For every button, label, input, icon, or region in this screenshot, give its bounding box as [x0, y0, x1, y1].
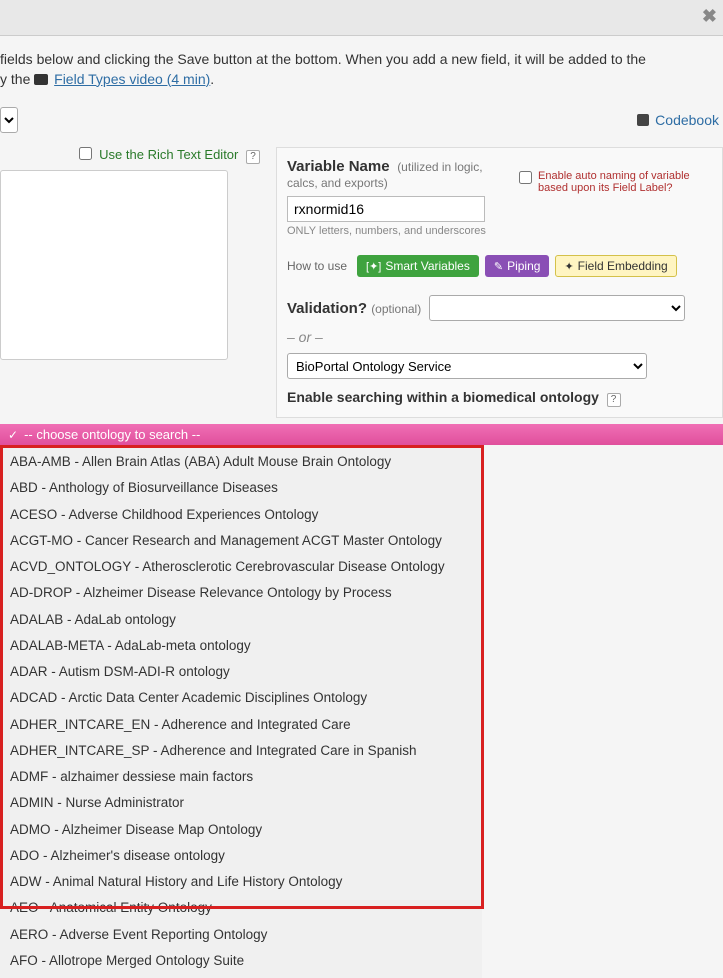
validation-label: Validation? (optional): [287, 300, 421, 317]
or-text: – or –: [287, 329, 712, 345]
ontology-option[interactable]: AD-DROP - Alzheimer Disease Relevance On…: [0, 580, 482, 606]
ontology-dropdown-header[interactable]: ✓ -- choose ontology to search --: [0, 424, 723, 445]
auto-naming-checkbox[interactable]: [519, 171, 532, 184]
rte-help-icon[interactable]: ?: [246, 150, 260, 164]
ontology-option[interactable]: ADO - Alzheimer's disease ontology: [0, 843, 482, 869]
left-column: Use the Rich Text Editor ?: [0, 147, 264, 418]
auto-naming-label: Enable auto naming of variable based upo…: [538, 170, 712, 194]
ontology-option[interactable]: ACGT-MO - Cancer Research and Management…: [0, 528, 482, 554]
rte-label[interactable]: Use the Rich Text Editor: [99, 147, 238, 162]
validation-optional: (optional): [371, 302, 421, 316]
variable-name-title: Variable Name: [287, 158, 390, 175]
ontology-option[interactable]: ADCAD - Arctic Data Center Academic Disc…: [0, 685, 482, 711]
intro-line2-prefix: y the: [0, 71, 34, 87]
ontology-option[interactable]: ADALAB - AdaLab ontology: [0, 607, 482, 633]
piping-label: Piping: [507, 259, 540, 273]
small-dropdown[interactable]: [0, 107, 18, 133]
main-row: Use the Rich Text Editor ? Variable Name…: [0, 141, 723, 424]
ontology-option[interactable]: AERO - Adverse Event Reporting Ontology: [0, 922, 482, 948]
ontology-option[interactable]: ADMF - alzhaimer dessiese main factors: [0, 764, 482, 790]
right-column: Variable Name (utilized in logic, calcs,…: [276, 147, 723, 418]
ontology-option[interactable]: ADMIN - Nurse Administrator: [0, 790, 482, 816]
smart-variables-label: Smart Variables: [385, 259, 469, 273]
ontology-option[interactable]: ACESO - Adverse Childhood Experiences On…: [0, 502, 482, 528]
field-types-video-link[interactable]: Field Types video (4 min): [54, 71, 210, 87]
ontology-option[interactable]: ADALAB-META - AdaLab-meta ontology: [0, 633, 482, 659]
enable-search-label: Enable searching within a biomedical ont…: [287, 389, 599, 405]
check-icon: ✓: [8, 428, 18, 442]
ontology-option[interactable]: ABD - Anthology of Biosurveillance Disea…: [0, 475, 482, 501]
ontology-option[interactable]: ADMO - Alzheimer Disease Map Ontology: [0, 817, 482, 843]
ontology-list-wrap: ABA-AMB - Allen Brain Atlas (ABA) Adult …: [0, 445, 723, 978]
toolbar-row: Codebook: [0, 99, 723, 141]
ontology-header-label: -- choose ontology to search --: [24, 427, 200, 442]
ontology-option[interactable]: ACVD_ONTOLOGY - Atherosclerotic Cerebrov…: [0, 554, 482, 580]
field-label-textarea[interactable]: [0, 170, 228, 360]
bioportal-select[interactable]: BioPortal Ontology Service: [287, 353, 647, 379]
variable-name-note: ONLY letters, numbers, and underscores: [287, 225, 507, 237]
enable-search-help-icon[interactable]: ?: [607, 393, 621, 407]
ontology-option[interactable]: AFO - Allotrope Merged Ontology Suite: [0, 948, 482, 974]
piping-button[interactable]: ✎ Piping: [485, 255, 550, 277]
ontology-option[interactable]: AEO - Anatomical Entity Ontology: [0, 895, 482, 921]
bolt-icon: [✦]: [366, 260, 381, 273]
close-icon[interactable]: ✖: [702, 6, 717, 27]
video-icon: [34, 74, 48, 85]
ontology-option[interactable]: ABA-AMB - Allen Brain Atlas (ABA) Adult …: [0, 449, 482, 475]
codebook-link[interactable]: Codebook: [637, 112, 719, 128]
field-embedding-label: Field Embedding: [578, 259, 668, 273]
ontology-option[interactable]: ADHER_INTCARE_SP - Adherence and Integra…: [0, 738, 482, 764]
ontology-list[interactable]: ABA-AMB - Allen Brain Atlas (ABA) Adult …: [0, 445, 482, 978]
validation-select[interactable]: [429, 295, 685, 321]
validation-row: Validation? (optional): [287, 295, 712, 321]
smart-variables-button[interactable]: [✦] Smart Variables: [357, 255, 479, 277]
ontology-option[interactable]: ADW - Animal Natural History and Life Hi…: [0, 869, 482, 895]
variable-name-input[interactable]: [287, 196, 485, 222]
rte-checkbox[interactable]: [79, 147, 92, 160]
modal-header: ✖: [0, 0, 723, 36]
pencil-icon: ✎: [494, 260, 503, 273]
howto-label: How to use: [287, 259, 347, 273]
ontology-option[interactable]: ADHER_INTCARE_EN - Adherence and Integra…: [0, 712, 482, 738]
howto-row: How to use [✦] Smart Variables ✎ Piping …: [287, 255, 712, 277]
book-icon: [637, 114, 649, 126]
intro-line1: fields below and clicking the Save butto…: [0, 51, 646, 67]
field-embedding-button[interactable]: ✦ Field Embedding: [555, 255, 676, 277]
star-icon: ✦: [564, 260, 573, 273]
codebook-label: Codebook: [655, 112, 719, 128]
ontology-option[interactable]: ADAR - Autism DSM-ADI-R ontology: [0, 659, 482, 685]
intro-text-area: fields below and clicking the Save butto…: [0, 36, 723, 99]
